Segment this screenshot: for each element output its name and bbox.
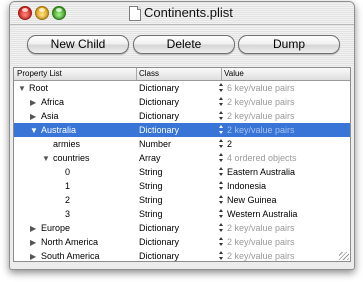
up-down-stepper-icon[interactable] [219,237,224,246]
close-button[interactable] [18,6,32,20]
zoom-button[interactable] [52,6,66,20]
row-value[interactable]: 2 [227,139,232,149]
column-header-class[interactable]: Class [139,69,159,78]
row-class[interactable]: Dictionary [139,97,179,107]
row-value[interactable]: 2 key/value pairs [227,237,295,247]
row-class[interactable]: String [139,209,163,219]
up-down-stepper-icon[interactable] [219,195,224,204]
column-header: Property List Class Value [14,68,350,81]
row-name[interactable]: 1 [65,181,70,191]
up-down-stepper-icon[interactable] [219,251,224,260]
dump-button[interactable]: Dump [238,35,340,54]
window-title: Continents.plist [144,5,233,20]
row-name[interactable]: Africa [41,97,64,107]
plist-window: Continents.plist New Child Delete Dump P… [9,1,355,270]
row-name[interactable]: Root [29,83,48,93]
up-down-stepper-icon[interactable] [219,83,224,92]
row-name[interactable]: 0 [65,167,70,177]
toolbar: New Child Delete Dump [10,25,354,67]
row-value[interactable]: 2 key/value pairs [227,223,295,233]
outline-row[interactable]: 0 String Eastern Australia [14,165,350,179]
outline-row[interactable]: ▼ Australia Dictionary 2 key/value pairs [14,123,350,137]
row-value[interactable]: 2 key/value pairs [227,125,295,135]
outline-row[interactable]: 3 String Western Australia [14,207,350,221]
outline-row[interactable]: ▶ South America Dictionary 2 key/value pair… [14,249,350,261]
row-value[interactable]: 4 ordered objects [227,153,297,163]
row-class[interactable]: Dictionary [139,125,179,135]
row-name[interactable]: North America [41,237,98,247]
row-value[interactable]: 2 key/value pairs [227,251,295,261]
row-class[interactable]: Dictionary [139,83,179,93]
triangle-right-icon[interactable]: ▶ [30,98,36,107]
column-header-property-list[interactable]: Property List [17,69,62,78]
up-down-stepper-icon[interactable] [219,181,224,190]
up-down-stepper-icon[interactable] [219,209,224,218]
column-divider[interactable] [221,68,222,80]
row-name[interactable]: Europe [41,223,70,233]
row-name[interactable]: Australia [41,125,76,135]
row-value[interactable]: Eastern Australia [227,167,295,177]
row-class[interactable]: Dictionary [139,111,179,121]
row-name[interactable]: armies [53,139,80,149]
up-down-stepper-icon[interactable] [219,153,224,162]
up-down-stepper-icon[interactable] [219,223,224,232]
outline-row[interactable]: ▶ Africa Dictionary 2 key/value pairs [14,95,350,109]
new-child-button[interactable]: New Child [27,35,129,54]
outline-row[interactable]: ▶ Asia Dictionary 2 key/value pairs [14,109,350,123]
column-divider[interactable] [136,68,137,80]
row-class[interactable]: Dictionary [139,223,179,233]
outline-row[interactable]: 1 String Indonesia [14,179,350,193]
triangle-down-icon[interactable]: ▼ [30,126,38,135]
row-value[interactable]: Western Australia [227,209,297,219]
row-value[interactable]: New Guinea [227,195,277,205]
column-header-value[interactable]: Value [224,69,244,78]
resize-grip-icon[interactable] [339,252,349,260]
row-name[interactable]: 2 [65,195,70,205]
row-class[interactable]: String [139,195,163,205]
up-down-stepper-icon[interactable] [219,111,224,120]
title-bar[interactable]: Continents.plist [10,2,354,25]
row-class[interactable]: Dictionary [139,237,179,247]
outline-row[interactable]: ▼ countries Array 4 ordered objects [14,151,350,165]
row-class[interactable]: String [139,181,163,191]
triangle-right-icon[interactable]: ▶ [30,112,36,121]
outline-row[interactable]: ▶ North America Dictionary 2 key/value pair… [14,235,350,249]
outline-row[interactable]: 2 String New Guinea [14,193,350,207]
row-name[interactable]: countries [53,153,90,163]
delete-button[interactable]: Delete [133,35,235,54]
row-name[interactable]: South America [41,251,100,261]
row-class[interactable]: Array [139,153,161,163]
document-icon[interactable] [129,6,141,21]
triangle-down-icon[interactable]: ▼ [18,84,26,93]
row-value[interactable]: Indonesia [227,181,266,191]
row-name[interactable]: 3 [65,209,70,219]
row-class[interactable]: Number [139,139,171,149]
triangle-right-icon[interactable]: ▶ [30,238,36,247]
up-down-stepper-icon[interactable] [219,125,224,134]
row-class[interactable]: String [139,167,163,177]
up-down-stepper-icon[interactable] [219,139,224,148]
up-down-stepper-icon[interactable] [219,167,224,176]
outline-row[interactable]: ▶ Europe Dictionary 2 key/value pairs [14,221,350,235]
minimize-button[interactable] [35,6,49,20]
row-class[interactable]: Dictionary [139,251,179,261]
triangle-down-icon[interactable]: ▼ [42,154,50,163]
row-value[interactable]: 2 key/value pairs [227,97,295,107]
row-name[interactable]: Asia [41,111,59,121]
triangle-right-icon[interactable]: ▶ [30,224,36,233]
row-value[interactable]: 2 key/value pairs [227,111,295,121]
outline-row[interactable]: ▼ Root Dictionary 6 key/value pairs [14,81,350,95]
triangle-right-icon[interactable]: ▶ [30,252,36,261]
up-down-stepper-icon[interactable] [219,97,224,106]
row-value[interactable]: 6 key/value pairs [227,83,295,93]
outline-row[interactable]: armies Number 2 [14,137,350,151]
property-list-outline[interactable]: Property List Class Value ▼ Root Dictionar… [13,67,351,262]
